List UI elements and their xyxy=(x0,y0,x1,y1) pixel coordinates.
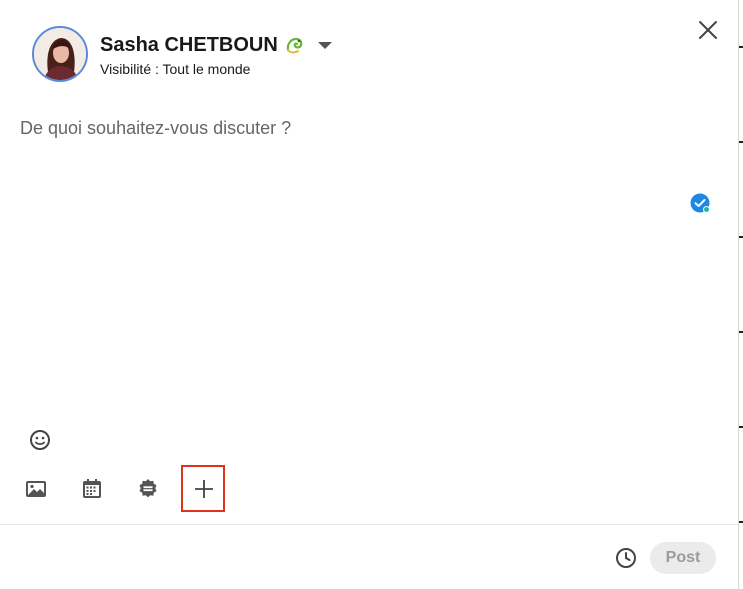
footer-divider xyxy=(0,524,738,525)
clock-icon xyxy=(616,548,636,568)
schedule-post-button[interactable] xyxy=(614,546,638,570)
highlight-annotation xyxy=(181,465,225,512)
post-button[interactable]: Post xyxy=(650,542,716,574)
avatar-photo xyxy=(34,28,86,80)
dragon-emoji-icon xyxy=(284,34,306,56)
calendar-icon xyxy=(83,479,101,498)
badge-icon xyxy=(139,479,157,498)
emoji-button[interactable] xyxy=(28,428,52,452)
celebrate-button[interactable] xyxy=(136,477,160,501)
smiley-icon xyxy=(30,430,50,450)
grammar-check-icon[interactable] xyxy=(690,193,710,213)
share-post-modal: Sasha CHETBOUN Visibilité : Tout le mond… xyxy=(0,0,739,589)
close-button[interactable] xyxy=(692,14,724,46)
image-icon xyxy=(26,481,46,497)
name-row: Sasha CHETBOUN xyxy=(100,33,332,57)
close-icon xyxy=(699,21,717,39)
avatar[interactable] xyxy=(32,26,88,82)
post-text-input[interactable] xyxy=(20,118,680,398)
add-media-button[interactable] xyxy=(24,477,48,501)
chevron-down-icon[interactable] xyxy=(317,41,332,49)
author-selector[interactable]: Sasha CHETBOUN Visibilité : Tout le mond… xyxy=(100,33,332,77)
visibility-label: Visibilité : Tout le monde xyxy=(100,61,251,77)
background-page-edge xyxy=(739,0,743,589)
user-name: Sasha CHETBOUN xyxy=(100,34,278,56)
create-event-button[interactable] xyxy=(80,477,104,501)
